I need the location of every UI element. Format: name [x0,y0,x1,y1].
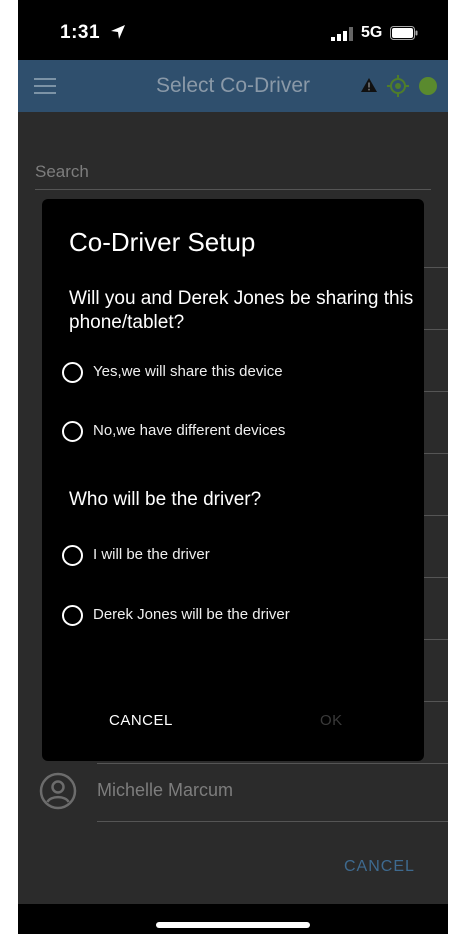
status-time: 1:31 [60,22,101,43]
row-divider [97,821,448,822]
radio-button-icon[interactable] [62,362,83,383]
dialog-title: Co-Driver Setup [69,227,256,257]
radio-driver-derek[interactable]: Derek Jones will be the driver [62,601,412,631]
radio-label: Yes,we will share this device [93,363,283,380]
status-bar: 1:31 5G [18,0,448,60]
co-driver-setup-dialog: Co-Driver Setup Will you and Derek Jones… [42,199,424,761]
signal-strength-icon [331,27,353,41]
gps-icon[interactable] [387,75,409,97]
home-indicator[interactable] [156,922,310,928]
connection-status-icon[interactable] [419,77,437,95]
phone-screen: 1:31 5G Select Co-Driver Search Michelle… [18,0,448,934]
radio-button-icon[interactable] [62,545,83,566]
location-arrow-icon [111,25,125,39]
battery-icon [390,26,418,40]
app-bar: Select Co-Driver [18,60,448,112]
search-underline [35,189,431,190]
dialog-ok-button[interactable]: OK [320,712,343,729]
driver-name: Michelle Marcum [97,780,234,800]
share-device-question: Will you and Derek Jones be sharing this… [69,288,414,333]
search-input[interactable]: Search [35,162,89,182]
radio-label: I will be the driver [93,546,210,563]
driver-row-michelle[interactable]: Michelle Marcum [18,760,448,822]
radio-label: Derek Jones will be the driver [93,606,290,623]
app-title: Select Co-Driver [155,74,311,97]
user-avatar-icon [39,772,77,810]
driver-question: Who will be the driver? [69,489,262,510]
radio-share-yes[interactable]: Yes,we will share this device [62,358,412,388]
dialog-cancel-button[interactable]: CANCEL [109,712,173,729]
radio-share-no[interactable]: No,we have different devices [62,417,412,447]
radio-button-icon[interactable] [62,421,83,442]
network-type: 5G [361,24,383,41]
warning-icon[interactable] [361,78,377,92]
radio-driver-me[interactable]: I will be the driver [62,541,412,571]
cancel-button-background[interactable]: CANCEL [344,858,415,876]
radio-button-icon[interactable] [62,605,83,626]
radio-label: No,we have different devices [93,422,286,439]
